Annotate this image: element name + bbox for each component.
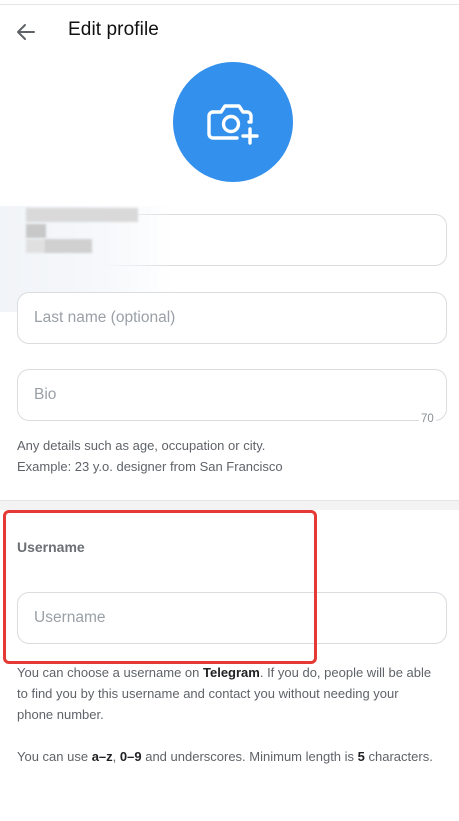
username-info-paragraph-1: You can choose a username on Telegram. I… <box>17 665 432 722</box>
bio-help-text: Any details such as age, occupation or c… <box>17 435 437 477</box>
username-info-paragraph-2: You can use a–z, 0–9 and underscores. Mi… <box>17 749 433 764</box>
page-title: Edit profile <box>68 19 159 40</box>
back-arrow-icon[interactable] <box>14 20 38 44</box>
bio-character-counter: 70 <box>419 413 436 425</box>
username-placeholder: Username <box>34 609 106 626</box>
camera-add-icon <box>207 104 259 145</box>
top-divider <box>0 4 459 5</box>
last-name-field[interactable]: Last name (optional) <box>17 292 447 344</box>
last-name-placeholder: Last name (optional) <box>34 309 176 326</box>
bio-help-line-1: Any details such as age, occupation or c… <box>17 438 266 453</box>
section-divider <box>0 500 459 510</box>
username-section-label: Username <box>17 539 85 555</box>
username-field[interactable]: Username <box>17 592 447 644</box>
bio-field[interactable]: Bio <box>17 369 447 421</box>
avatar-upload-button[interactable] <box>173 62 293 182</box>
bio-placeholder: Bio <box>34 386 57 403</box>
bio-help-line-2: Example: 23 y.o. designer from San Franc… <box>17 459 283 474</box>
